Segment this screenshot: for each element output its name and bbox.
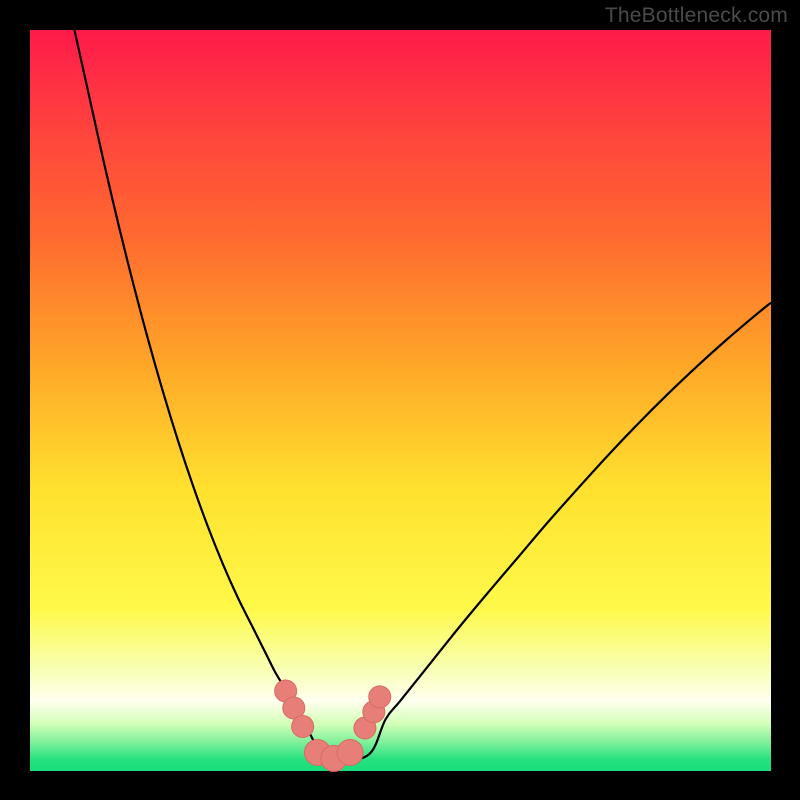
highlight-marker [369, 686, 391, 708]
highlight-marker [337, 739, 363, 765]
bottleneck-chart [0, 0, 800, 800]
watermark-text: TheBottleneck.com [605, 4, 788, 28]
chart-frame: TheBottleneck.com [0, 0, 800, 800]
highlight-marker [292, 716, 314, 738]
